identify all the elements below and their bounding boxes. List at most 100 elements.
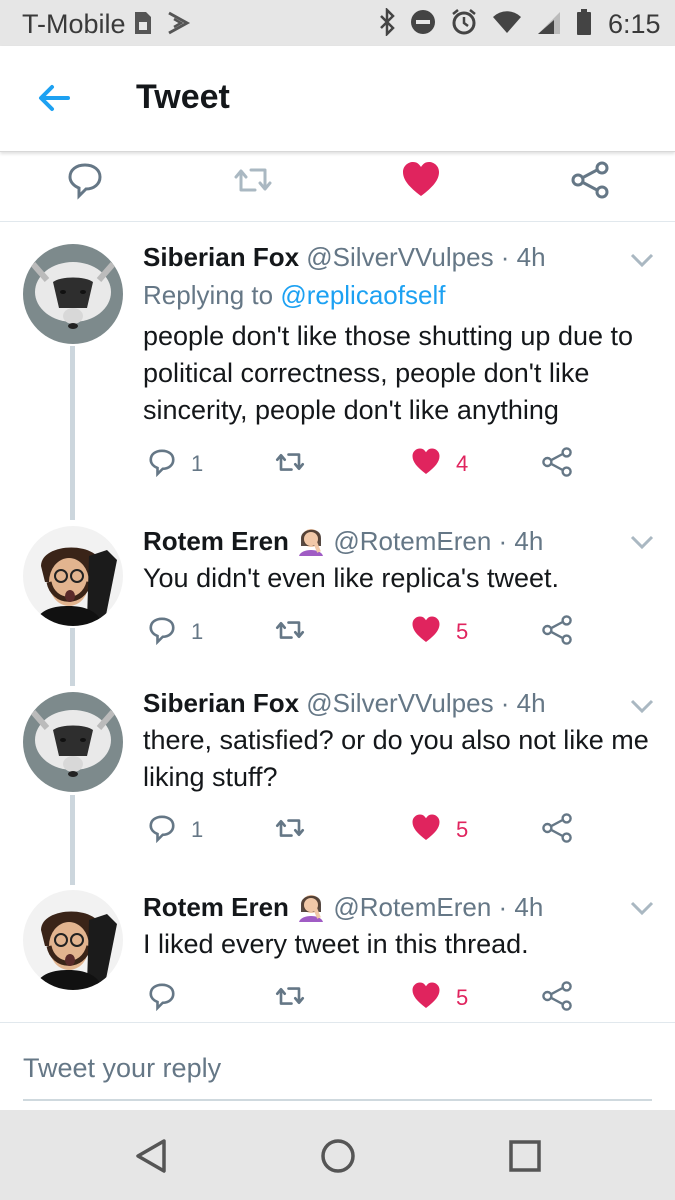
author-name[interactable]: Rotem Eren — [143, 526, 289, 556]
retweet-button[interactable] — [273, 978, 321, 1018]
share-button[interactable] — [541, 612, 573, 652]
like-count: 4 — [456, 451, 469, 476]
retweet-icon — [273, 813, 307, 848]
back-arrow-icon[interactable] — [34, 78, 74, 118]
replying-label: Replying to — [143, 280, 281, 310]
retweet-icon — [273, 615, 307, 650]
retweet-button[interactable] — [273, 810, 321, 850]
like-button[interactable]: 5 — [410, 810, 468, 850]
like-button[interactable]: 4 — [410, 444, 468, 484]
reply-icon — [147, 813, 177, 848]
mention-link[interactable]: @replicaofself — [280, 280, 445, 310]
avatar[interactable] — [23, 890, 123, 990]
avatar[interactable] — [23, 526, 123, 626]
author-name[interactable]: Siberian Fox — [143, 688, 299, 718]
tweet-actions: 1 5 — [143, 810, 663, 850]
carrier-label: T-Mobile — [22, 9, 126, 39]
chevron-down-icon[interactable] — [629, 252, 655, 268]
tweet-header: Rotem Eren @RotemEren · 4h — [143, 892, 543, 929]
tweet-text: You didn't even like replica's tweet. — [143, 563, 560, 593]
heart-icon — [410, 447, 442, 482]
thread-line — [70, 795, 75, 885]
like-count: 5 — [456, 619, 469, 644]
reply-button[interactable]: 1 — [147, 612, 203, 652]
tweet-header: Siberian Fox @SilverVVulpes · 4h — [143, 242, 546, 273]
share-icon — [541, 812, 573, 849]
wifi-icon — [492, 10, 522, 34]
heart-icon — [410, 615, 442, 650]
chevron-down-icon[interactable] — [629, 698, 655, 714]
bluetooth-icon — [378, 8, 396, 36]
app-bar: Tweet — [0, 46, 675, 152]
reply-icon — [147, 981, 177, 1016]
tweet-text: there, satisfied? or do you also not lik… — [143, 725, 649, 792]
retweet-button[interactable] — [273, 444, 321, 484]
back-triangle-icon[interactable] — [132, 1136, 172, 1176]
like-button[interactable]: 5 — [410, 978, 468, 1018]
retweet-icon[interactable] — [233, 160, 273, 200]
reply-composer[interactable]: Tweet your reply — [0, 1022, 675, 1110]
author-meta: @SilverVVulpes · 4h — [306, 242, 546, 272]
reply-button[interactable] — [147, 978, 191, 1018]
tweet-text: people don't like those shutting up due … — [143, 321, 634, 425]
author-name[interactable]: Rotem Eren — [143, 892, 289, 922]
retweet-icon — [273, 447, 307, 482]
do-not-disturb-icon — [410, 9, 436, 35]
share-button[interactable] — [541, 978, 573, 1018]
battery-icon — [576, 8, 592, 36]
share-icon — [541, 614, 573, 651]
chevron-down-icon[interactable] — [629, 534, 655, 550]
main-tweet-actions — [0, 152, 675, 222]
avatar[interactable] — [23, 692, 123, 792]
thread-line — [70, 628, 75, 686]
tweet-actions: 5 — [143, 978, 663, 1018]
page-title: Tweet — [136, 78, 230, 116]
reply-count: 1 — [191, 619, 204, 644]
sim-icon — [133, 10, 153, 36]
author-meta: @RotemEren · 4h — [333, 526, 544, 556]
chevron-down-icon[interactable] — [629, 900, 655, 916]
tweet-header: Rotem Eren @RotemEren · 4h — [143, 526, 543, 563]
reply-input[interactable]: Tweet your reply — [23, 1053, 221, 1084]
reply-icon — [147, 447, 177, 482]
reply-button[interactable]: 1 — [147, 810, 203, 850]
tweet-actions: 1 4 — [143, 444, 663, 484]
alarm-icon — [450, 8, 478, 36]
reply-count: 1 — [191, 451, 204, 476]
avatar[interactable] — [23, 244, 123, 344]
share-icon — [541, 446, 573, 483]
author-meta: @RotemEren · 4h — [333, 892, 544, 922]
share-button[interactable] — [541, 444, 573, 484]
heart-icon[interactable] — [401, 160, 441, 200]
heart-icon — [410, 813, 442, 848]
replying-to: Replying to @replicaofself — [143, 280, 445, 311]
author-meta: @SilverVVulpes · 4h — [306, 688, 546, 718]
reply-icon — [147, 615, 177, 650]
emoji-icon — [296, 526, 326, 563]
signal-icon — [536, 9, 562, 35]
tweet-text: I liked every tweet in this thread. — [143, 929, 529, 959]
retweet-icon — [273, 981, 307, 1016]
recents-square-icon[interactable] — [505, 1136, 545, 1176]
share-icon — [541, 980, 573, 1017]
clock: 6:15 — [608, 9, 661, 39]
like-count: 5 — [456, 985, 469, 1010]
home-circle-icon[interactable] — [318, 1136, 358, 1176]
tweet-header: Siberian Fox @SilverVVulpes · 4h — [143, 688, 546, 719]
author-name[interactable]: Siberian Fox — [143, 242, 299, 272]
reply-button[interactable]: 1 — [147, 444, 203, 484]
share-icon[interactable] — [570, 160, 610, 200]
like-button[interactable]: 5 — [410, 612, 468, 652]
share-button[interactable] — [541, 810, 573, 850]
notification-icon — [165, 10, 191, 36]
heart-icon — [410, 981, 442, 1016]
tweet-actions: 1 5 — [143, 612, 663, 652]
reply-count: 1 — [191, 817, 204, 842]
like-count: 5 — [456, 817, 469, 842]
reply-icon[interactable] — [65, 160, 105, 200]
input-underline — [23, 1099, 652, 1101]
thread-line — [70, 346, 75, 520]
status-bar: T-Mobile 6:15 — [0, 0, 675, 46]
emoji-icon — [296, 892, 326, 929]
retweet-button[interactable] — [273, 612, 321, 652]
